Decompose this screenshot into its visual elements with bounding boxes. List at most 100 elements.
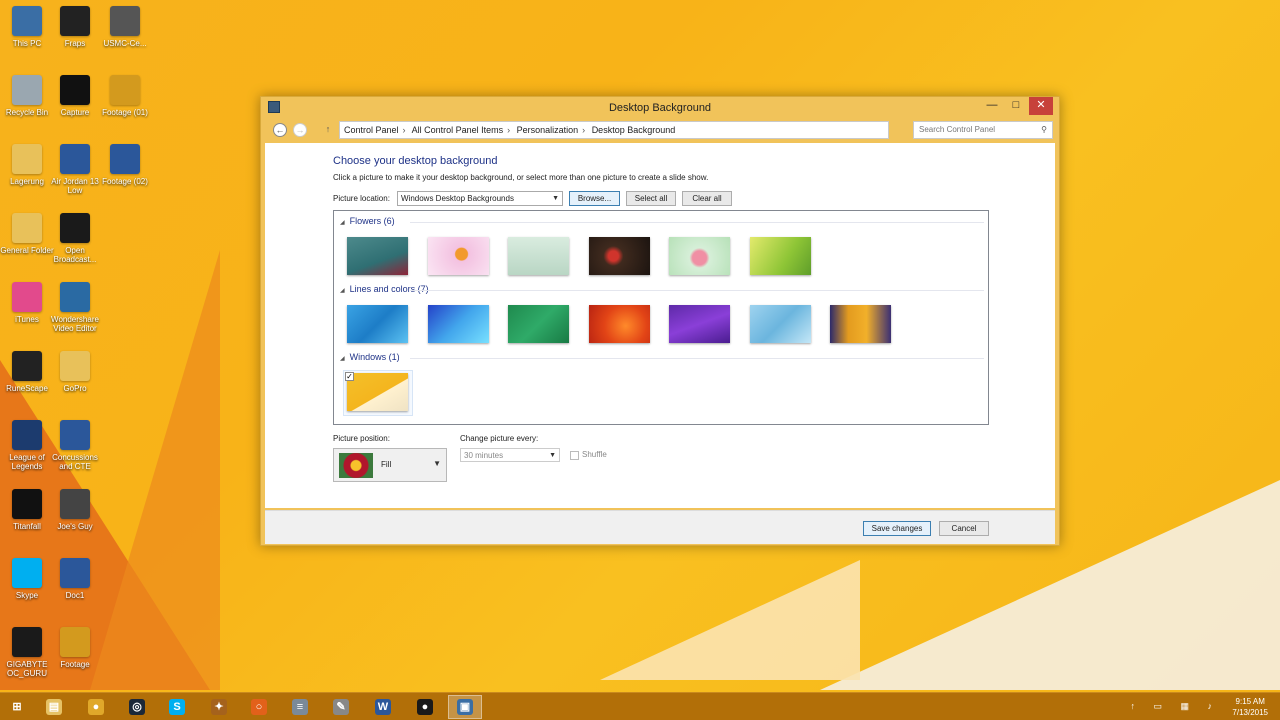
- wallpaper-thumbnail[interactable]: [347, 373, 408, 411]
- taskbar-item[interactable]: W: [366, 695, 400, 719]
- collapse-triangle-icon[interactable]: ◢: [340, 288, 345, 294]
- browse-button[interactable]: Browse...: [569, 191, 620, 206]
- search-placeholder: Search Control Panel: [919, 125, 996, 134]
- clock[interactable]: 9:15 AM 7/13/2015: [1232, 696, 1268, 718]
- cancel-button[interactable]: Cancel: [939, 521, 989, 536]
- picture-position-dropdown[interactable]: Fill ▼: [333, 448, 447, 482]
- desktop-icon-label: Doc1: [65, 591, 85, 600]
- wallpaper-thumbnail[interactable]: [508, 305, 569, 343]
- desktop-icon-label: iTunes: [15, 315, 39, 324]
- desktop-icon[interactable]: Doc1: [48, 558, 102, 600]
- wallpaper-thumbnail[interactable]: [669, 237, 730, 275]
- desktop-icon[interactable]: RuneScape: [0, 351, 54, 393]
- taskbar-item[interactable]: ▤: [37, 695, 71, 719]
- desktop-icon-label: Air Jordan 13 Low: [51, 177, 99, 195]
- wallpaper-thumbnail[interactable]: [749, 305, 811, 343]
- wallpaper-thumbnail[interactable]: [830, 305, 891, 343]
- gallery-group-header[interactable]: ◢ Windows (1): [340, 352, 984, 362]
- taskbar-item[interactable]: ≡: [283, 695, 317, 719]
- desktop-icon[interactable]: Recycle Bin: [0, 75, 54, 117]
- system-tray[interactable]: ↑ ▭ ▦ ♪: [1130, 701, 1220, 712]
- desktop-icon[interactable]: Footage (01): [98, 75, 152, 117]
- wallpaper-thumbnail[interactable]: [347, 305, 408, 343]
- taskbar-item[interactable]: S: [160, 695, 194, 719]
- desktop-icon[interactable]: Air Jordan 13 Low: [48, 144, 102, 195]
- collapse-triangle-icon[interactable]: ◢: [340, 356, 345, 362]
- search-icon[interactable]: ⚲: [1041, 122, 1047, 138]
- wallpaper-thumbnail[interactable]: [508, 237, 569, 275]
- folder-icon: [60, 351, 90, 381]
- control-panel-icon: ▣: [457, 699, 473, 715]
- up-arrow-icon[interactable]: ↑: [321, 123, 335, 137]
- shuffle-checkbox[interactable]: [570, 451, 579, 460]
- desktop-icon[interactable]: GoPro: [48, 351, 102, 393]
- desktop-icon[interactable]: League of Legends: [0, 420, 54, 471]
- desktop-icon-label: General Folder: [0, 246, 54, 255]
- title-bar[interactable]: Desktop Background — □ ✕: [261, 97, 1059, 119]
- taskbar-item[interactable]: ✦: [202, 695, 236, 719]
- wallpaper-thumbnail[interactable]: [427, 305, 489, 343]
- taskbar-item[interactable]: ●: [79, 695, 113, 719]
- desktop-icon[interactable]: iTunes: [0, 282, 54, 324]
- word-doc-icon: [60, 144, 90, 174]
- breadcrumb-item[interactable]: All Control Panel Items: [412, 125, 504, 135]
- collapse-triangle-icon[interactable]: ◢: [340, 220, 345, 226]
- desktop-icon[interactable]: Joe's Guy: [48, 489, 102, 531]
- audio-file-icon: [110, 144, 140, 174]
- taskbar-item[interactable]: ✎: [324, 695, 358, 719]
- gallery-group-header[interactable]: ◢ Lines and colors (7): [340, 284, 984, 294]
- breadcrumb-item[interactable]: Desktop Background: [592, 125, 676, 135]
- wallpaper-thumbnail[interactable]: [749, 237, 811, 275]
- wallpaper-thumbnail[interactable]: [669, 305, 730, 343]
- clear-all-button[interactable]: Clear all: [682, 191, 732, 206]
- folder-image-icon: [110, 6, 140, 36]
- forward-arrow-icon[interactable]: →: [293, 123, 307, 137]
- taskbar-item[interactable]: ○: [242, 695, 276, 719]
- wallpaper-shape: [90, 250, 220, 690]
- taskbar-item[interactable]: ●: [408, 695, 442, 719]
- desktop-icon[interactable]: Open Broadcast...: [48, 213, 102, 264]
- desktop-icon-label: GIGABYTE OC_GURU: [6, 660, 48, 678]
- recycle-bin-icon: [12, 75, 42, 105]
- desktop-icon[interactable]: General Folder: [0, 213, 54, 255]
- save-changes-button[interactable]: Save changes: [863, 521, 931, 536]
- desktop-icon[interactable]: Skype: [0, 558, 54, 600]
- chevron-down-icon: ▼: [433, 459, 441, 468]
- search-input[interactable]: Search Control Panel ⚲: [913, 121, 1053, 139]
- dialog-footer: Save changes Cancel: [265, 510, 1055, 544]
- desktop-icon[interactable]: This PC: [0, 6, 54, 48]
- fraps-icon: [60, 6, 90, 36]
- gallery-group-header[interactable]: ◢ Flowers (6): [340, 216, 984, 226]
- desktop-icon[interactable]: Titanfall: [0, 489, 54, 531]
- select-all-button[interactable]: Select all: [626, 191, 676, 206]
- wallpaper-thumbnail[interactable]: [588, 237, 650, 275]
- taskbar-item[interactable]: ◎: [120, 695, 154, 719]
- desktop-icon[interactable]: Fraps: [48, 6, 102, 48]
- desktop-icon-label: This PC: [12, 39, 42, 48]
- back-arrow-icon[interactable]: ←: [273, 123, 287, 137]
- thumbnail-checkbox[interactable]: ✓: [345, 372, 354, 381]
- desktop-icon[interactable]: Footage: [48, 627, 102, 669]
- desktop-icon[interactable]: USMC-Ce...: [98, 6, 152, 48]
- desktop-icon[interactable]: Wondershare Video Editor: [48, 282, 102, 333]
- desktop-icon[interactable]: Footage (02): [98, 144, 152, 186]
- minimize-button[interactable]: —: [979, 97, 1005, 115]
- desktop-icon[interactable]: Capture: [48, 75, 102, 117]
- desktop-icon[interactable]: Concussions and CTE: [48, 420, 102, 471]
- desktop-icon[interactable]: Lagerung: [0, 144, 54, 186]
- breadcrumb-item[interactable]: Personalization: [517, 125, 579, 135]
- wallpaper-thumbnail[interactable]: [347, 237, 408, 275]
- wallpaper-thumbnail[interactable]: [427, 237, 489, 275]
- close-button[interactable]: ✕: [1029, 97, 1053, 115]
- taskbar-item[interactable]: ▣: [448, 695, 482, 719]
- desktop-icon-label: Joe's Guy: [57, 522, 93, 531]
- wallpaper-thumbnail[interactable]: [588, 305, 650, 343]
- desktop-icon[interactable]: GIGABYTE OC_GURU: [0, 627, 54, 678]
- breadcrumb-item[interactable]: Control Panel: [344, 125, 399, 135]
- taskbar-item[interactable]: ⊞: [0, 695, 34, 719]
- change-interval-dropdown[interactable]: 30 minutes ▼: [460, 448, 560, 462]
- maximize-button[interactable]: □: [1003, 97, 1029, 115]
- picture-gallery[interactable]: ◢ Flowers (6) ◢ Lines and colors (7) ◢ Window…: [333, 210, 989, 425]
- picture-location-dropdown[interactable]: Windows Desktop Backgrounds ▼: [397, 191, 563, 206]
- breadcrumb[interactable]: Control Panel › All Control Panel Items › …: [339, 121, 889, 139]
